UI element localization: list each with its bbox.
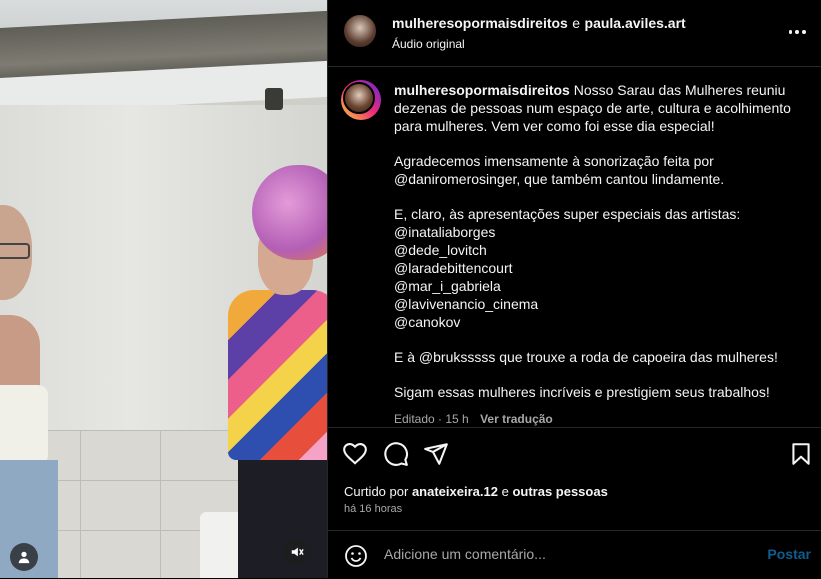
- caption-username-link[interactable]: mulheresopormaisdireitos: [394, 82, 570, 98]
- share-icon[interactable]: [423, 441, 449, 467]
- likes-prefix: Curtido por: [344, 484, 409, 499]
- caption-text: mulheresopormaisdireitos Nosso Sarau das…: [394, 81, 804, 427]
- comment-icon[interactable]: [383, 441, 409, 467]
- mute-icon: [291, 547, 304, 557]
- mention-link[interactable]: @mar_i_gabriela: [394, 277, 804, 295]
- header-names: mulheresopormaisdireitos e paula.aviles.…: [392, 15, 686, 51]
- header-conjunction: e: [572, 15, 581, 31]
- author-username-link[interactable]: mulheresopormaisdireitos: [392, 15, 568, 31]
- caption-meta: Editado · 15 h Ver tradução: [394, 410, 804, 427]
- other-likers-link[interactable]: outras pessoas: [512, 484, 607, 499]
- mention-link[interactable]: @dede_lovitch: [394, 241, 804, 259]
- user-icon: [18, 551, 30, 564]
- liker-username-link[interactable]: anateixeira.12: [412, 484, 498, 499]
- caption-section: mulheresopormaisdireitos Nosso Sarau das…: [328, 67, 821, 427]
- see-translation-link[interactable]: Ver tradução: [480, 412, 553, 426]
- post-panel: mulheresopormaisdireitos e paula.aviles.…: [327, 0, 821, 578]
- comment-input[interactable]: Adicione um comentário...: [384, 546, 546, 562]
- bookmark-icon[interactable]: [788, 441, 814, 467]
- caption-avatar[interactable]: [341, 80, 381, 120]
- avatar-author[interactable]: [342, 13, 378, 49]
- mention-link[interactable]: @canokov: [394, 313, 804, 331]
- tagged-users-button[interactable]: [10, 543, 38, 571]
- more-options-icon: [788, 30, 793, 34]
- original-audio-link[interactable]: Áudio original: [392, 37, 686, 51]
- action-bar: [328, 427, 821, 480]
- post-viewer: mulheresopormaisdireitos e paula.aviles.…: [0, 0, 821, 578]
- likes-conjunction: e: [501, 484, 509, 499]
- video-person-right: [228, 165, 327, 578]
- comment-bar: Adicione um comentário... Postar: [328, 530, 821, 579]
- video-wall-fixture: [265, 88, 283, 110]
- caption-paragraph-2: Agradecemos imensamente à sonorização fe…: [394, 153, 725, 187]
- heart-icon[interactable]: [342, 441, 368, 467]
- mention-link[interactable]: @laradebittencourt: [394, 259, 804, 277]
- likes-summary: Curtido por anateixeira.12 e outras pess…: [344, 484, 608, 499]
- more-options-button[interactable]: [787, 22, 807, 42]
- mention-link[interactable]: @inataliaborges: [394, 223, 804, 241]
- caption-paragraph-5: Sigam essas mulheres incríveis e prestig…: [394, 384, 770, 400]
- caption-paragraph-4: E à @bruksssss que trouxe a roda de capo…: [394, 349, 778, 365]
- video-person-left: [0, 205, 60, 578]
- post-header: mulheresopormaisdireitos e paula.aviles.…: [328, 0, 821, 67]
- mention-list: @inataliaborges @dede_lovitch @laradebit…: [394, 223, 804, 331]
- post-time[interactable]: há 16 horas: [344, 503, 402, 515]
- edited-timestamp: Editado · 15 h: [394, 412, 469, 426]
- mention-link[interactable]: @lavivenancio_cinema: [394, 295, 804, 313]
- emoji-icon[interactable]: [344, 544, 368, 568]
- mute-button[interactable]: [283, 538, 311, 566]
- caption-paragraph-3: E, claro, às apresentações super especia…: [394, 206, 741, 222]
- reel-video[interactable]: [0, 0, 327, 578]
- post-comment-button[interactable]: Postar: [767, 546, 811, 562]
- collaborator-username-link[interactable]: paula.aviles.art: [585, 15, 686, 31]
